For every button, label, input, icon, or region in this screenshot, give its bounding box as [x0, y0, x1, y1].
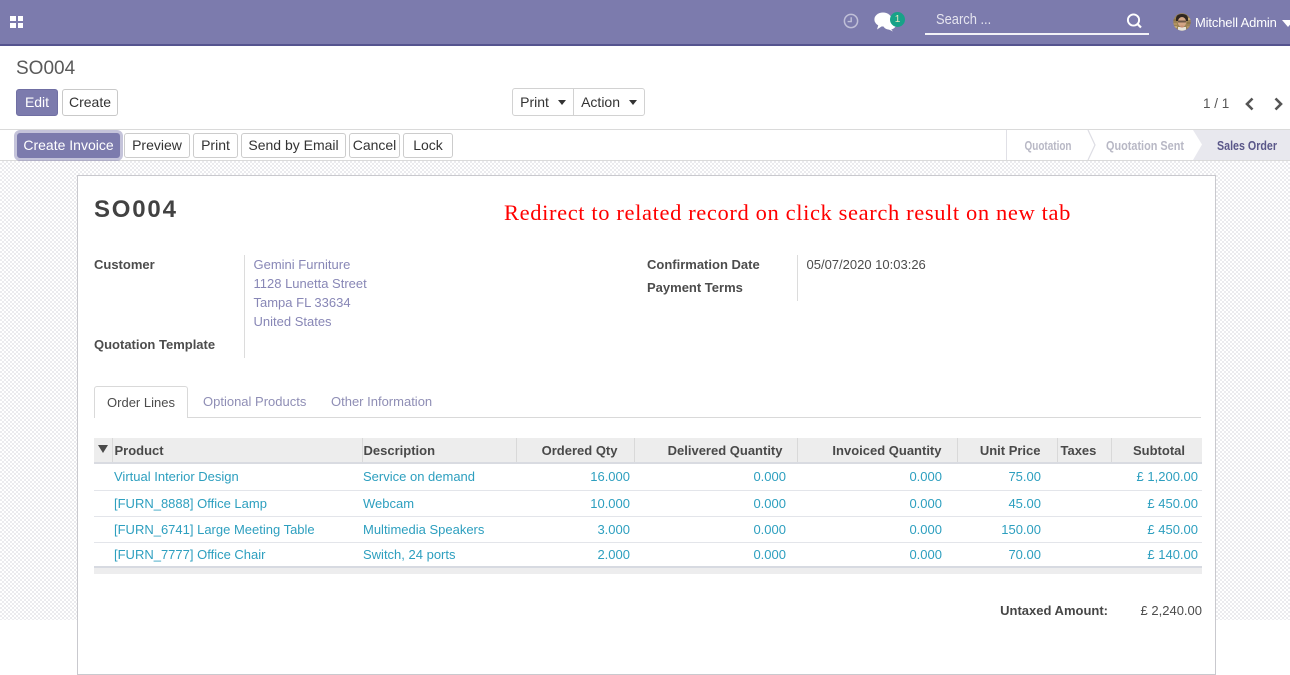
svg-text:Quotation Sent: Quotation Sent: [1106, 138, 1185, 153]
svg-text:Quotation: Quotation: [1025, 138, 1072, 153]
svg-text:Sales Order: Sales Order: [1217, 138, 1277, 153]
